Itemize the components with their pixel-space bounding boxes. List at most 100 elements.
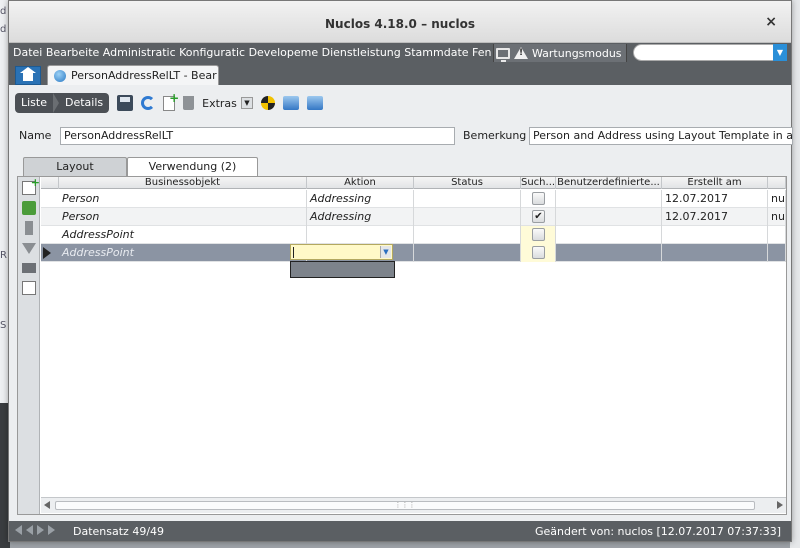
menu-items[interactable]: Datei Bearbeite Administratic Konfigurat… — [13, 46, 491, 59]
name-field[interactable]: PersonAddressRelLT — [60, 127, 455, 145]
usage-table: Businessobjekt Aktion Status Such... Ben… — [41, 177, 786, 497]
column-header[interactable]: Benutzerdefinierte... — [556, 177, 662, 189]
export-table-icon[interactable] — [22, 281, 36, 295]
cell-extra[interactable] — [768, 244, 786, 262]
import-icon[interactable] — [282, 96, 299, 110]
state-icon[interactable] — [260, 96, 275, 110]
first-record-icon[interactable] — [15, 525, 22, 535]
close-icon[interactable]: × — [765, 14, 777, 30]
cell-benutzer[interactable] — [556, 226, 662, 244]
tab-person-address-rel[interactable]: PersonAddressRelLT - Bear — [47, 65, 219, 85]
record-counter: Datensatz 49/49 — [73, 525, 165, 538]
print-icon[interactable] — [22, 263, 36, 273]
add-row-icon[interactable] — [22, 176, 40, 195]
cell-erstellt[interactable]: 12.07.2017 — [662, 190, 768, 208]
column-header[interactable]: Aktion — [307, 177, 414, 189]
table-row[interactable]: Person Addressing ✔ 12.07.2017 nuc — [41, 208, 786, 226]
cell-extra[interactable] — [768, 226, 786, 244]
view-switch: Liste Details — [15, 93, 110, 113]
extras-menu[interactable]: Extras ▼ — [202, 97, 253, 110]
horizontal-scrollbar[interactable]: ⋮⋮⋮ — [41, 497, 786, 513]
checkbox[interactable] — [532, 246, 545, 259]
last-record-icon[interactable] — [48, 525, 55, 535]
cell-such[interactable]: ✔ — [521, 208, 556, 226]
cell-businessobjekt[interactable]: Person — [59, 208, 307, 226]
maintenance-mode-indicator[interactable]: Wartungsmodus — [493, 44, 627, 62]
cell-benutzer[interactable] — [556, 208, 662, 226]
tab-label: PersonAddressRelLT - Bear — [71, 69, 217, 82]
tab-layout[interactable]: Layout — [23, 157, 127, 177]
export-icon[interactable] — [306, 96, 323, 110]
cell-such[interactable] — [521, 226, 556, 244]
cell-benutzer[interactable] — [556, 244, 662, 262]
delete-icon[interactable] — [183, 96, 195, 110]
checkbox[interactable] — [532, 228, 545, 241]
checkbox-checked[interactable]: ✔ — [532, 210, 545, 223]
cell-benutzer[interactable] — [556, 190, 662, 208]
cell-status[interactable] — [414, 226, 521, 244]
record-navigation — [15, 525, 55, 535]
save-icon[interactable] — [117, 95, 134, 111]
cell-erstellt[interactable] — [662, 226, 768, 244]
column-header[interactable]: Erstellt am — [662, 177, 768, 189]
tab-bar: PersonAddressRelLT - Bear — [9, 63, 791, 85]
scroll-left-icon[interactable] — [44, 501, 50, 509]
sub-tabs: Layout Verwendung (2) — [17, 157, 787, 177]
cell-erstellt[interactable] — [662, 244, 768, 262]
cell-extra[interactable]: nuc — [768, 208, 786, 226]
tab-verwendung[interactable]: Verwendung (2) — [127, 157, 258, 177]
menu-bar: Datei Bearbeite Administratic Konfigurat… — [9, 43, 791, 63]
table-row-selected[interactable]: AddressPoint — [41, 244, 786, 262]
column-selector[interactable] — [41, 177, 59, 189]
search-input[interactable] — [633, 44, 783, 61]
extras-label: Extras — [202, 96, 237, 110]
scroll-right-icon[interactable] — [777, 501, 783, 509]
monitor-icon[interactable] — [496, 47, 510, 62]
cell-such[interactable] — [521, 190, 556, 208]
cell-aktion[interactable] — [307, 226, 414, 244]
refresh-icon[interactable] — [141, 96, 156, 110]
column-header[interactable] — [768, 177, 786, 189]
status-bar: Datensatz 49/49 Geändert von: nuclos [12… — [9, 521, 791, 541]
background-text: d — [0, 24, 7, 35]
aktion-dropdown-list[interactable] — [290, 261, 395, 278]
table-row[interactable]: AddressPoint — [41, 226, 786, 244]
title-bar[interactable]: Nuclos 4.18.0 – nuclos × — [9, 1, 791, 43]
search-dropdown-icon[interactable]: ▼ — [773, 44, 787, 61]
chevron-down-icon[interactable]: ▼ — [380, 246, 391, 258]
checkbox[interactable] — [532, 192, 545, 205]
new-document-icon[interactable] — [163, 91, 179, 111]
cell-businessobjekt[interactable]: AddressPoint — [59, 244, 307, 262]
filter-icon[interactable] — [22, 243, 36, 254]
home-icon — [20, 67, 36, 81]
cell-status[interactable] — [414, 244, 521, 262]
cell-extra[interactable]: nuc — [768, 190, 786, 208]
remove-row-icon[interactable] — [22, 201, 36, 215]
cell-such[interactable] — [521, 244, 556, 262]
cell-status[interactable] — [414, 208, 521, 226]
remark-field[interactable]: Person and Address using Layout Template… — [529, 127, 793, 145]
chevron-down-icon[interactable]: ▼ — [240, 97, 253, 109]
cell-status[interactable] — [414, 190, 521, 208]
column-header[interactable]: Businessobjekt — [59, 177, 307, 189]
cell-businessobjekt[interactable]: Person — [59, 190, 307, 208]
previous-record-icon[interactable] — [26, 525, 33, 535]
home-button[interactable] — [15, 66, 41, 85]
nuclos-window: Nuclos 4.18.0 – nuclos × Datei Bearbeite… — [8, 0, 793, 542]
details-button[interactable]: Details — [59, 93, 109, 113]
cell-aktion[interactable]: Addressing — [307, 190, 414, 208]
name-row: Name PersonAddressRelLT Bemerkung Person… — [17, 127, 793, 145]
next-record-icon[interactable] — [37, 525, 44, 535]
table-row[interactable]: Person Addressing 12.07.2017 nuc — [41, 190, 786, 208]
scrollbar-thumb[interactable]: ⋮⋮⋮ — [55, 501, 755, 510]
clipboard-icon[interactable] — [25, 221, 33, 235]
column-header[interactable]: Status — [414, 177, 521, 189]
cell-businessobjekt[interactable]: AddressPoint — [59, 226, 307, 244]
cell-erstellt[interactable]: 12.07.2017 — [662, 208, 768, 226]
aktion-combobox[interactable]: ▼ — [290, 244, 393, 260]
column-header[interactable]: Such... — [521, 177, 556, 189]
cell-aktion[interactable]: Addressing — [307, 208, 414, 226]
warning-icon — [514, 47, 528, 59]
list-button[interactable]: Liste — [15, 93, 53, 113]
main-content: Liste Details Extras ▼ Name PersonAddres… — [9, 85, 793, 521]
